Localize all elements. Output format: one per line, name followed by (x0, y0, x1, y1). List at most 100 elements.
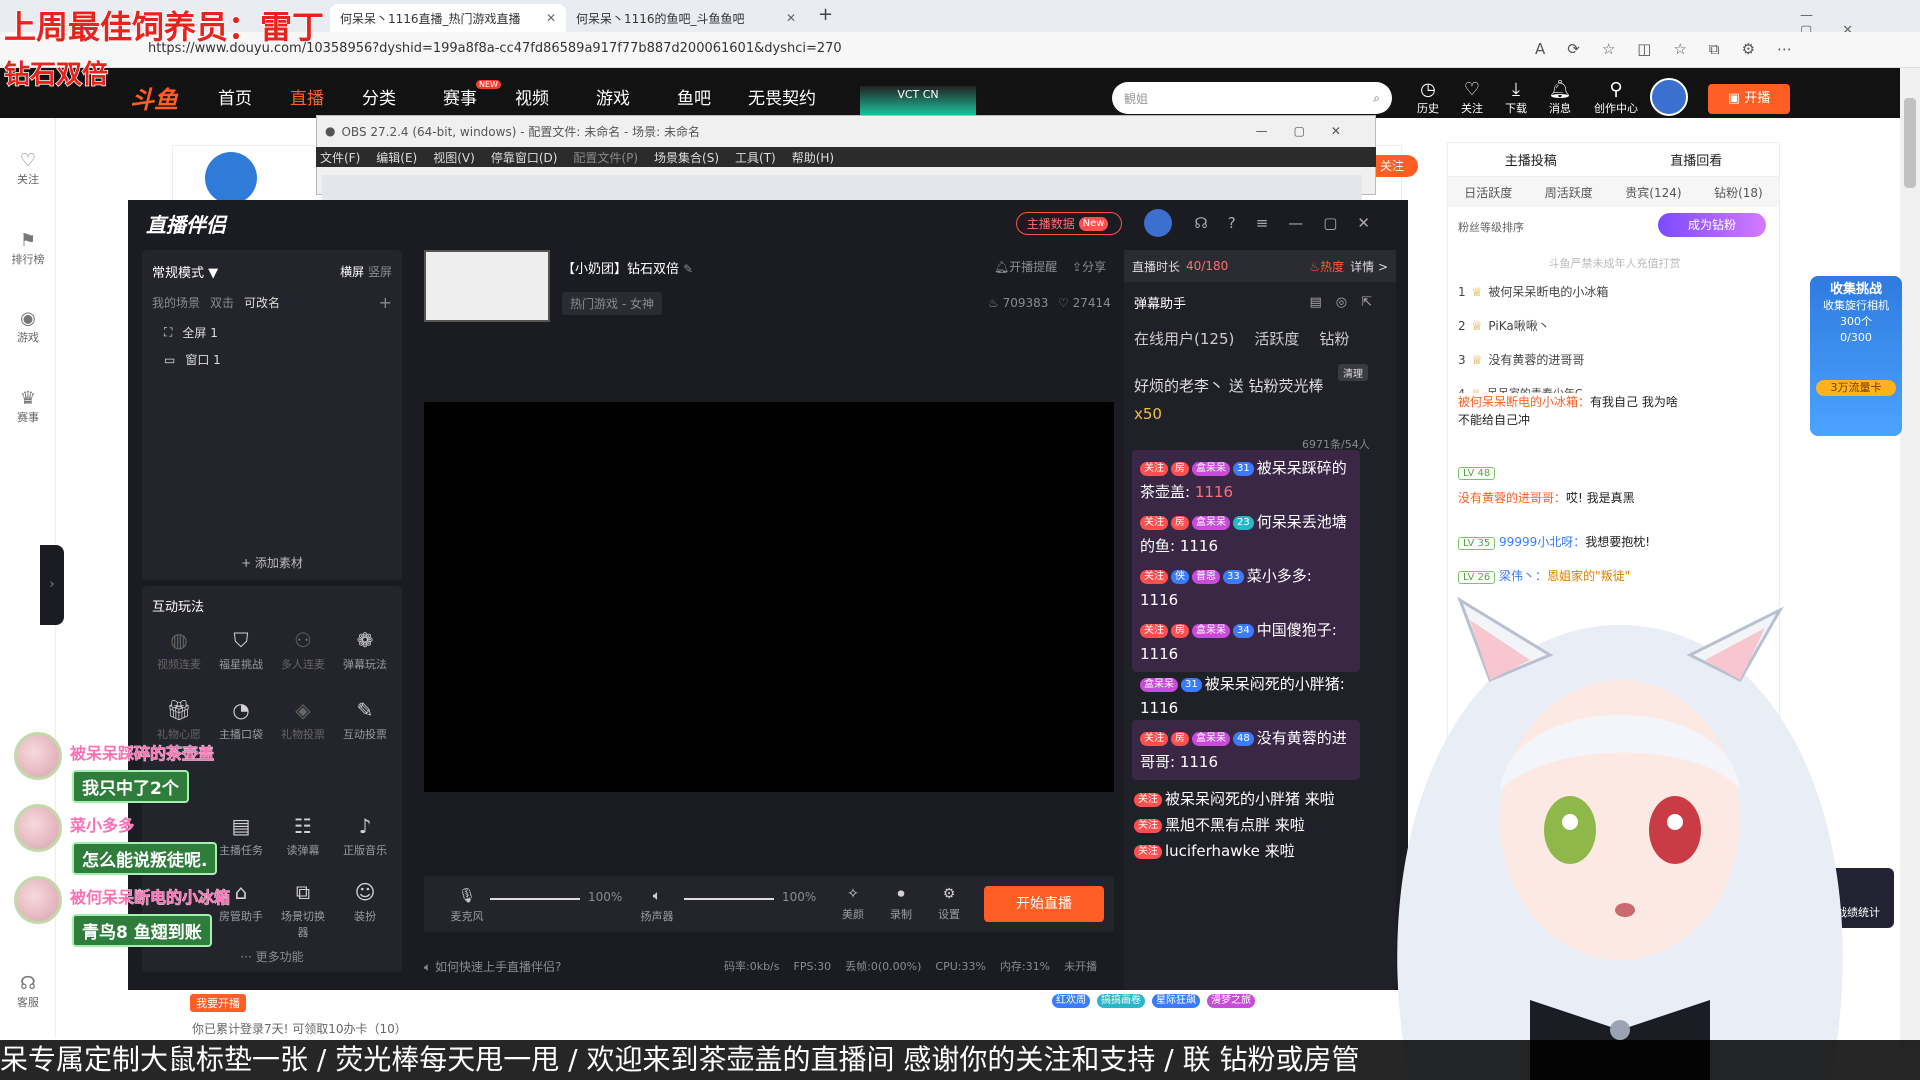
nav-fishbar[interactable]: 鱼吧 (677, 84, 711, 109)
collect-challenge-card[interactable]: 收集挑战 收集旋行相机 300个 0/300 3万流量卡 (1810, 276, 1902, 436)
nav-home[interactable]: 首页 (218, 84, 252, 109)
nav-video[interactable]: 视频 (515, 84, 549, 109)
preview-canvas[interactable] (424, 402, 1114, 792)
nav-valorant[interactable]: 无畏契约 (748, 84, 816, 109)
streamer-avatar[interactable] (205, 152, 257, 204)
avatar[interactable] (1144, 209, 1173, 237)
browser-toolbar-icons[interactable]: A⟳☆◫☆⧉⚙⋯ (1535, 40, 1814, 58)
tab-replay[interactable]: 直播回看 (1670, 150, 1722, 169)
event-badge[interactable]: 漫梦之旅 (1207, 994, 1255, 1008)
open-stream-button[interactable]: ▣ 开播 (1708, 84, 1790, 114)
sidebar-item-follow[interactable]: ♡ 关注 (0, 150, 56, 187)
event-badge[interactable]: 红欢周 (1052, 994, 1090, 1008)
tab-diamond[interactable]: 钻粉(18) (1714, 184, 1763, 201)
speaker-slider[interactable] (684, 898, 774, 900)
share-button[interactable]: ⇪分享 (1072, 258, 1106, 275)
page-scrollbar[interactable] (1900, 68, 1920, 1048)
rank-row[interactable]: 1 ♕ 被何呆呆断电的小冰箱 (1458, 283, 1608, 300)
douyu-logo[interactable]: 斗鱼 (130, 80, 178, 115)
help-link[interactable]: 🔈︎ 如何快速上手直播伴侣? (424, 958, 561, 975)
cover-thumbnail[interactable] (424, 250, 550, 322)
tool-music[interactable]: ♪ 正版音乐 (338, 814, 392, 858)
sidebar-item-service[interactable]: ☊ 客服 (0, 973, 56, 1010)
tool-task[interactable]: ▤ 主播任务 (214, 814, 268, 858)
start-stream-button[interactable]: 开始直播 (984, 886, 1104, 922)
tool-pocket[interactable]: ◔ 主播口袋 (214, 698, 268, 742)
new-tab-button[interactable]: + (818, 4, 833, 25)
detail-link[interactable]: 详情 > (1350, 258, 1388, 275)
scene-item[interactable]: ▭ 窗口 1 (142, 341, 402, 368)
avatar[interactable] (1650, 78, 1688, 116)
become-diamond-button[interactable]: 成为钻粉 (1658, 213, 1766, 237)
follow-tag[interactable]: 关注 (1134, 792, 1162, 807)
menu-docks[interactable]: 停靠窗口(D) (491, 149, 558, 166)
room-title[interactable]: 【小奶团】钻石双倍 ✎ (562, 258, 693, 277)
tool-multi-link[interactable]: ⚇ 多人连麦 (276, 628, 330, 672)
rank-row[interactable]: 2 ♕ PiKa啾啾丶 (1458, 317, 1550, 334)
nav-events[interactable]: 赛事 (443, 84, 477, 109)
tool-read-danmu[interactable]: ☷ 读弹幕 (276, 814, 330, 858)
close-icon[interactable]: ✕ (538, 11, 556, 25)
mic-slider[interactable] (490, 898, 580, 900)
add-material-button[interactable]: + 添加素材 (142, 554, 402, 571)
tab-online-users[interactable]: 在线用户(125) (1134, 328, 1234, 349)
tab-submissions[interactable]: 主播投稿 (1505, 150, 1557, 169)
header-icons[interactable]: ☊?≡—▢✕ (1194, 214, 1390, 232)
record-button[interactable]: ⏺︎ 录制 (874, 886, 928, 922)
tool-video-link[interactable]: ◍ 视频连麦 (152, 628, 206, 672)
edit-icon[interactable]: ✎ (683, 262, 693, 276)
browser-tab[interactable]: 何呆呆丶1116的鱼吧_斗鱼鱼吧 ✕ (566, 4, 806, 32)
chat-user[interactable]: 99999小北呀： (1499, 535, 1585, 549)
follow-tag[interactable]: 关注 (1134, 818, 1162, 833)
clear-button[interactable]: 清理 (1338, 364, 1368, 381)
menu-view[interactable]: 视图(V) (433, 149, 475, 166)
search-icon[interactable]: ⌕ (1373, 91, 1380, 106)
follow-tag[interactable]: 关注 (1140, 731, 1168, 746)
close-icon[interactable]: ✕ (778, 11, 796, 25)
sidebar-item-rank[interactable]: ⚑ 排行榜 (0, 230, 56, 267)
tool-creator[interactable]: ⚲ 创作中心 (1588, 80, 1644, 116)
follow-tag[interactable]: 关注 (1140, 515, 1168, 530)
tab-vip[interactable]: 贵宾(124) (1625, 184, 1681, 201)
menu-edit[interactable]: 编辑(E) (376, 149, 417, 166)
sort-label[interactable]: 粉丝等级排序 (1458, 219, 1524, 235)
tool-gift-vote[interactable]: ◈ 礼物投票 (276, 698, 330, 742)
mic-control[interactable]: 🎙︎ 麦克风 (440, 888, 494, 924)
orient-landscape[interactable]: 横屏 (340, 265, 364, 279)
speaker-control[interactable]: 🔈︎ 扬声器 (630, 888, 684, 924)
tab-weekly[interactable]: 周活跃度 (1545, 184, 1593, 201)
mode-dropdown[interactable]: 常规模式 ▼ (152, 262, 218, 281)
chat-user[interactable]: 没有黄蓉的进哥哥： (1458, 491, 1566, 505)
nav-category[interactable]: 分类 (362, 84, 396, 109)
menu-help[interactable]: 帮助(H) (792, 149, 834, 166)
search-input[interactable]: 観姐 ⌕ (1112, 82, 1392, 114)
follow-tag[interactable]: 关注 (1140, 623, 1168, 638)
danmu-tool-icons[interactable]: ▤◎⇱ (1309, 295, 1386, 310)
scene-item[interactable]: ⛶ 全屏 1 (142, 312, 402, 341)
tool-download[interactable]: ⤓ 下载 (1496, 80, 1536, 116)
sidebar-item-games[interactable]: ◉ 游戏 (0, 308, 56, 345)
menu-tools[interactable]: 工具(T) (735, 149, 776, 166)
beauty-button[interactable]: ✧ 美颜 (826, 886, 880, 922)
follow-tag[interactable]: 关注 (1140, 461, 1168, 476)
sidebar-collapse-handle[interactable]: › (40, 545, 64, 625)
tool-vote[interactable]: ✎ 互动投票 (338, 698, 392, 742)
browser-tab[interactable]: 何呆呆丶1116直播_热门游戏直播 ✕ (330, 4, 566, 32)
tool-scene-switch[interactable]: ⧉ 场景切换器 (276, 880, 330, 940)
anchor-data-button[interactable]: 主播数据 New (1015, 211, 1123, 235)
go-live-button[interactable]: 我要开播 (190, 994, 246, 1012)
tool-gift-wish[interactable]: 🎁︎ 礼物心愿 (152, 698, 206, 742)
tool-history[interactable]: ◷ 历史 (1408, 80, 1448, 116)
vct-promo[interactable]: VCT CN (860, 86, 976, 116)
menu-scenes[interactable]: 场景集合(S) (654, 149, 719, 166)
tool-lucky[interactable]: ⛉ 福星挑战 (214, 628, 268, 672)
remind-button[interactable]: 🔔︎开播提醒 (994, 258, 1057, 275)
nav-live[interactable]: 直播 (290, 84, 324, 109)
event-badge[interactable]: 搞搞画卷 (1097, 994, 1145, 1008)
tab-activity[interactable]: 活跃度 (1254, 328, 1299, 349)
tool-follow[interactable]: ♡ 关注 (1452, 80, 1492, 116)
follow-tag[interactable]: 关注 (1140, 569, 1168, 584)
sidebar-item-events[interactable]: ♛ 赛事 (0, 388, 56, 425)
tab-diamond-fans[interactable]: 钻粉 (1319, 328, 1349, 349)
orient-portrait[interactable]: 竖屏 (368, 265, 392, 279)
